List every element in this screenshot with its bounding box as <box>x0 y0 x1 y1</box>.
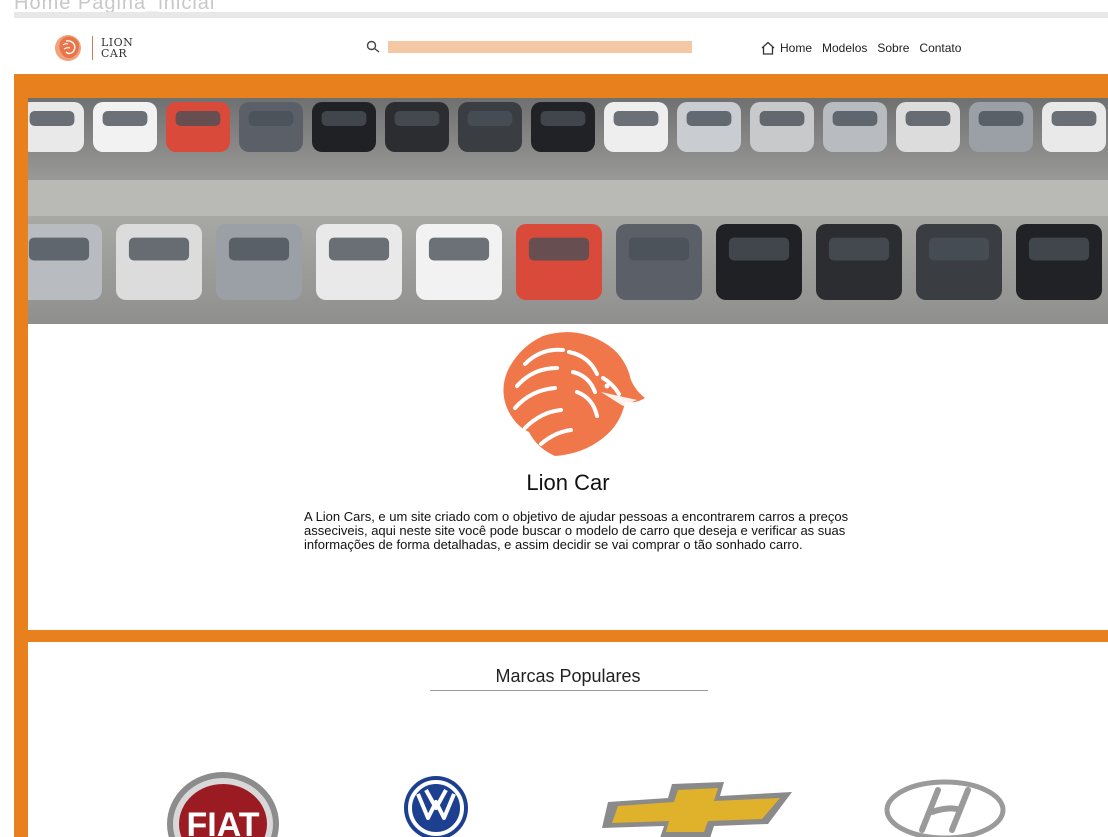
car-windshield <box>128 237 190 261</box>
car-windshield <box>175 111 221 126</box>
car-windshield <box>528 237 590 261</box>
parked-car <box>604 102 668 152</box>
parked-car <box>216 224 302 300</box>
home-icon[interactable] <box>760 40 776 56</box>
nav-home[interactable]: Home <box>780 41 812 55</box>
parked-car <box>750 102 814 152</box>
volkswagen-logo-icon[interactable]: VW <box>398 768 474 837</box>
fiat-logo-icon[interactable]: FIAT <box>158 768 288 837</box>
car-windshield <box>1051 111 1097 126</box>
lion-logo-icon <box>55 35 81 61</box>
logo-divider <box>92 36 93 60</box>
car-windshield <box>928 237 990 261</box>
search-input[interactable] <box>388 41 692 53</box>
car-windshield <box>628 237 690 261</box>
about-section: Lion Car A Lion Cars, e um site criado c… <box>28 324 1108 630</box>
car-windshield <box>328 237 390 261</box>
parked-car <box>516 224 602 300</box>
car-windshield <box>540 111 586 126</box>
car-windshield <box>467 111 513 126</box>
window-title-fragment: Home Pagina_inicial <box>14 0 216 14</box>
top-header: LION CAR Home Modelos Sobre Contato <box>14 12 1108 74</box>
chevrolet-logo-icon[interactable] <box>598 768 798 837</box>
parked-car <box>616 224 702 300</box>
car-windshield <box>428 237 490 261</box>
car-windshield <box>228 237 290 261</box>
car-windshield <box>321 111 367 126</box>
parked-car <box>416 224 502 300</box>
parked-car <box>316 224 402 300</box>
logo-wordmark: LION CAR <box>101 37 133 59</box>
search-bar <box>366 40 692 54</box>
parked-car <box>312 102 376 152</box>
lion-head-icon <box>503 332 645 456</box>
car-windshield <box>759 111 805 126</box>
about-description: A Lion Cars, e um site criado com o obje… <box>304 509 849 552</box>
parked-car <box>677 102 741 152</box>
hero-parking-lot-image <box>28 98 1108 324</box>
car-windshield <box>978 111 1024 126</box>
car-windshield <box>1028 237 1090 261</box>
popular-brands-section: Marcas Populares FIAT VW <box>28 642 1108 837</box>
parked-car <box>969 102 1033 152</box>
brands-title: Marcas Populares <box>495 666 641 686</box>
parked-car <box>239 102 303 152</box>
car-windshield <box>728 237 790 261</box>
parked-car <box>1016 224 1102 300</box>
car-windshield <box>905 111 951 126</box>
parked-car <box>166 102 230 152</box>
parked-car <box>896 102 960 152</box>
nav-modelos[interactable]: Modelos <box>822 41 867 55</box>
parked-car <box>816 224 902 300</box>
brands-title-underline <box>430 690 708 691</box>
car-windshield <box>29 111 75 126</box>
parked-car <box>385 102 449 152</box>
car-windshield <box>28 237 90 261</box>
car-windshield <box>394 111 440 126</box>
car-windshield <box>102 111 148 126</box>
parked-car <box>93 102 157 152</box>
parked-car <box>1042 102 1106 152</box>
car-windshield <box>832 111 878 126</box>
parked-car <box>916 224 1002 300</box>
hyundai-logo-icon[interactable] <box>880 768 1010 837</box>
parking-lot-illustration <box>28 98 1108 324</box>
car-windshield <box>248 111 294 126</box>
site-logo[interactable]: LION CAR <box>52 32 133 64</box>
content-frame: Lion Car A Lion Cars, e um site criado c… <box>14 74 1108 837</box>
parked-car <box>28 102 84 152</box>
about-title: Lion Car <box>526 470 610 495</box>
parked-car <box>823 102 887 152</box>
parked-car <box>28 224 102 300</box>
main-nav: Home Modelos Sobre Contato <box>760 40 971 56</box>
fiat-logo-text: FIAT <box>186 806 259 837</box>
parked-car <box>531 102 595 152</box>
parked-car <box>458 102 522 152</box>
nav-contato[interactable]: Contato <box>919 41 961 55</box>
car-windshield <box>613 111 659 126</box>
parked-car <box>716 224 802 300</box>
nav-sobre[interactable]: Sobre <box>877 41 909 55</box>
search-icon[interactable] <box>366 40 380 54</box>
parked-car <box>116 224 202 300</box>
car-windshield <box>686 111 732 126</box>
logo-line2: CAR <box>101 47 128 60</box>
car-windshield <box>828 237 890 261</box>
